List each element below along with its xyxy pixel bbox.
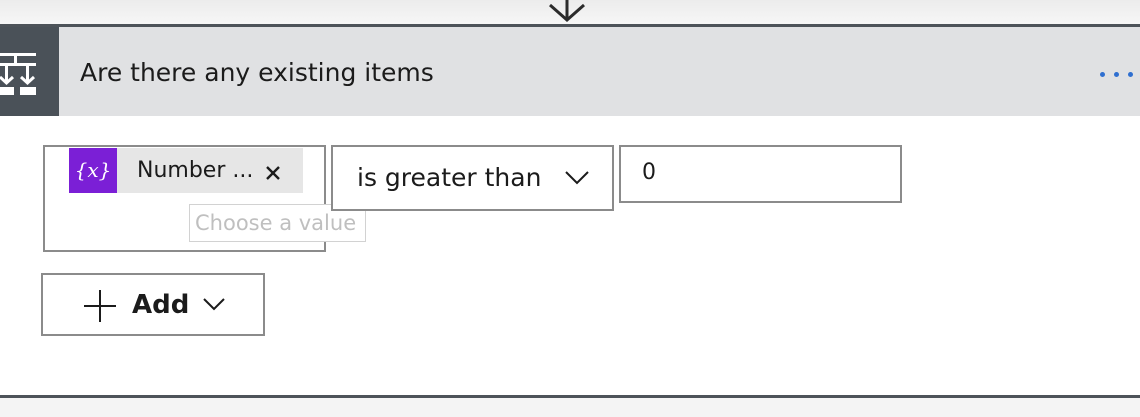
operator-dropdown[interactable]: is greater than [331,145,614,211]
close-icon[interactable] [259,157,287,185]
arrow-down-icon [549,0,585,23]
more-options-icon[interactable] [1094,59,1140,89]
right-value-input[interactable]: 0 [619,145,902,203]
dynamic-content-token[interactable]: {x} Number ... [69,148,303,193]
token-label: Number ... [137,158,254,183]
chevron-down-icon [565,171,589,185]
operator-label: is greater than [357,163,542,192]
plus-icon [84,290,116,322]
add-button[interactable]: Add [41,273,265,336]
chevron-down-icon [203,298,225,311]
card-title: Are there any existing items [80,58,434,87]
variable-icon: {x} [69,148,117,193]
condition-icon [0,27,59,116]
card-header[interactable]: Are there any existing items [0,27,1140,116]
add-label: Add [132,290,190,320]
flow-connector-area [0,0,1140,24]
canvas-background [0,398,1140,417]
